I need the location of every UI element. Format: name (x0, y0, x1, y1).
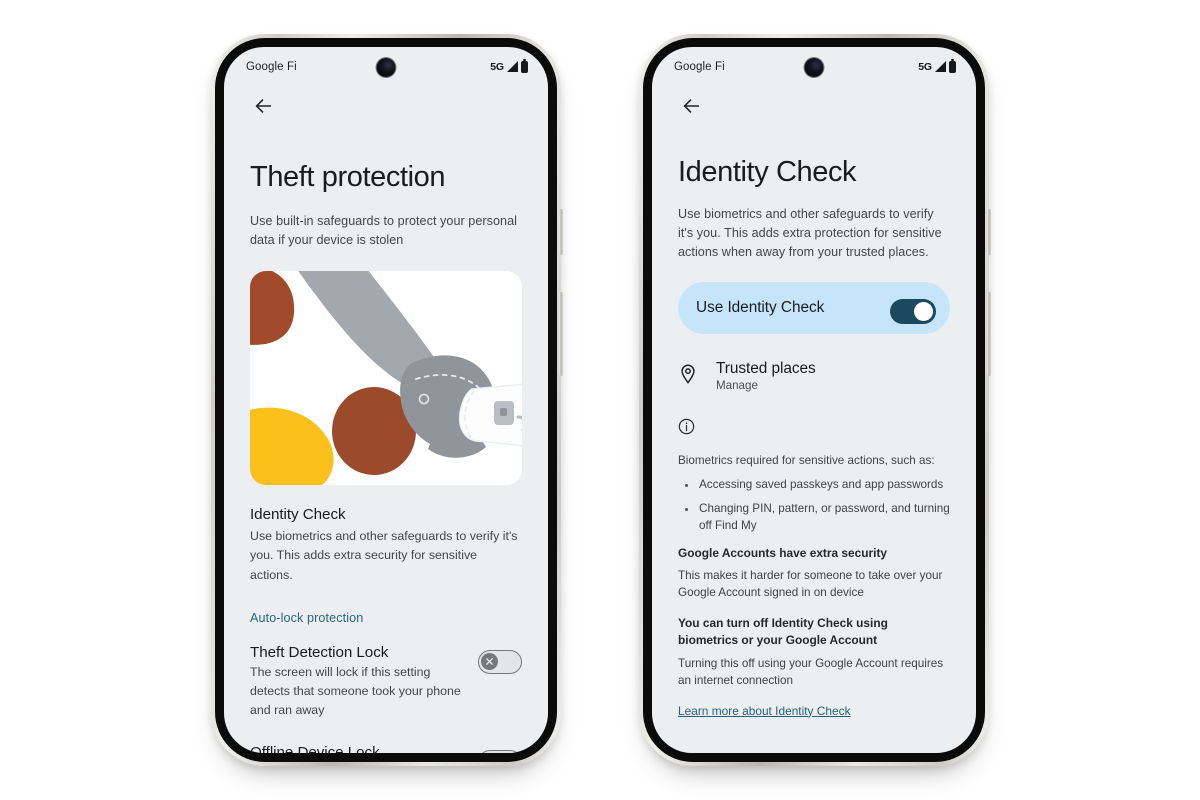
volume-rocker-button[interactable] (987, 292, 991, 376)
section-body: Use biometrics and other safeguards to v… (250, 529, 518, 582)
close-x-icon (486, 657, 493, 665)
toggle-offline-device-lock[interactable] (478, 750, 522, 753)
setting-text: Theft Detection Lock The screen will loc… (250, 644, 464, 721)
page-title: Theft protection (250, 161, 446, 193)
phone-device-theft-protection: Google Fi 5G Theft protection Use built-… (211, 34, 563, 766)
setting-text: Offline Device Lock The screen will lock… (250, 744, 464, 753)
toggle-theft-detection-lock[interactable] (478, 649, 522, 674)
setting-title: Trusted places (716, 360, 816, 378)
setting-title: Offline Device Lock (250, 744, 380, 753)
power-button[interactable] (987, 209, 991, 255)
setting-text: Trusted places Manage (716, 360, 816, 392)
screenshot-stage: Google Fi 5G Theft protection Use built-… (0, 0, 1200, 800)
status-icons: 5G (918, 59, 956, 73)
arrow-left-icon (255, 99, 272, 113)
toggle-knob-on (914, 301, 933, 321)
carrier-label: Google Fi (674, 61, 725, 73)
front-camera-punch-hole-icon (376, 58, 396, 77)
arrow-left-icon (683, 99, 700, 113)
section-title: Identity Check (250, 506, 346, 524)
list-item: Changing PIN, pattern, or password, and … (678, 501, 950, 535)
toggle-knob-off-icon (481, 652, 498, 670)
card-use-identity-check[interactable]: Use Identity Check (678, 282, 950, 335)
info-block-body: Turning this off using your Google Accou… (678, 656, 944, 688)
info-block-body: This makes it harder for someone to take… (678, 569, 943, 600)
info-block-heading: You can turn off Identity Check using bi… (678, 615, 888, 648)
group-header-auto-lock-protection[interactable]: Auto-lock protection (250, 611, 522, 625)
battery-icon (521, 59, 528, 73)
phone-device-identity-check: Google Fi 5G Identity Check Use biometri… (639, 34, 991, 766)
volume-rocker-button[interactable] (559, 292, 563, 376)
info-text-block: Biometrics required for sensitive action… (678, 452, 950, 720)
front-camera-punch-hole-icon (804, 58, 824, 77)
info-lead: Biometrics required for sensitive action… (678, 454, 935, 468)
back-button[interactable] (246, 89, 280, 123)
status-bar: Google Fi 5G (652, 47, 976, 87)
status-icons: 5G (490, 59, 528, 73)
screen-content: Theft protection Use built-in safeguards… (224, 89, 548, 753)
power-button[interactable] (559, 209, 563, 255)
learn-more-link[interactable]: Learn more about Identity Check (678, 703, 851, 721)
setting-row-theft-detection-lock[interactable]: Theft Detection Lock The screen will loc… (250, 644, 522, 721)
phone-screen-theft-protection: Google Fi 5G Theft protection Use built-… (224, 47, 548, 753)
network-type-label: 5G (918, 61, 932, 73)
carrier-label: Google Fi (246, 61, 297, 73)
screen-content: Identity Check Use biometrics and other … (652, 89, 976, 720)
location-pin-icon (678, 364, 698, 385)
info-block-heading: Google Accounts have extra security (678, 545, 888, 560)
setting-row-offline-device-lock[interactable]: Offline Device Lock The screen will lock… (250, 744, 522, 753)
info-circle-glyph (678, 419, 695, 435)
setting-title: Theft Detection Lock (250, 643, 389, 661)
info-section: Biometrics required for sensitive action… (678, 418, 950, 720)
theft-illustration-graphic (250, 271, 522, 486)
signal-bars-icon (507, 61, 518, 72)
card-label: Use Identity Check (696, 299, 825, 317)
setting-subtitle: The screen will lock if this setting det… (250, 664, 461, 718)
info-circle-icon (678, 419, 695, 439)
page-subtitle: Use biometrics and other safeguards to v… (678, 206, 942, 260)
page-title: Identity Check (678, 156, 857, 188)
page-subtitle: Use built-in safeguards to protect your … (250, 213, 518, 248)
signal-bars-icon (935, 61, 946, 72)
phone-theft-illustration (250, 271, 522, 486)
phone-screen-identity-check: Google Fi 5G Identity Check Use biometri… (652, 47, 976, 753)
section-identity-check[interactable]: Identity Check Use biometrics and other … (250, 506, 522, 585)
setting-subtitle: Manage (716, 379, 758, 393)
location-pin-glyph (681, 364, 695, 385)
setting-row-trusted-places[interactable]: Trusted places Manage (678, 360, 950, 392)
status-bar: Google Fi 5G (224, 47, 548, 87)
list-item: Accessing saved passkeys and app passwor… (678, 477, 950, 494)
back-button[interactable] (674, 89, 708, 123)
battery-icon (949, 59, 956, 73)
toggle-use-identity-check[interactable] (890, 298, 936, 324)
info-bullet-list: Accessing saved passkeys and app passwor… (678, 477, 950, 535)
network-type-label: 5G (490, 61, 504, 73)
